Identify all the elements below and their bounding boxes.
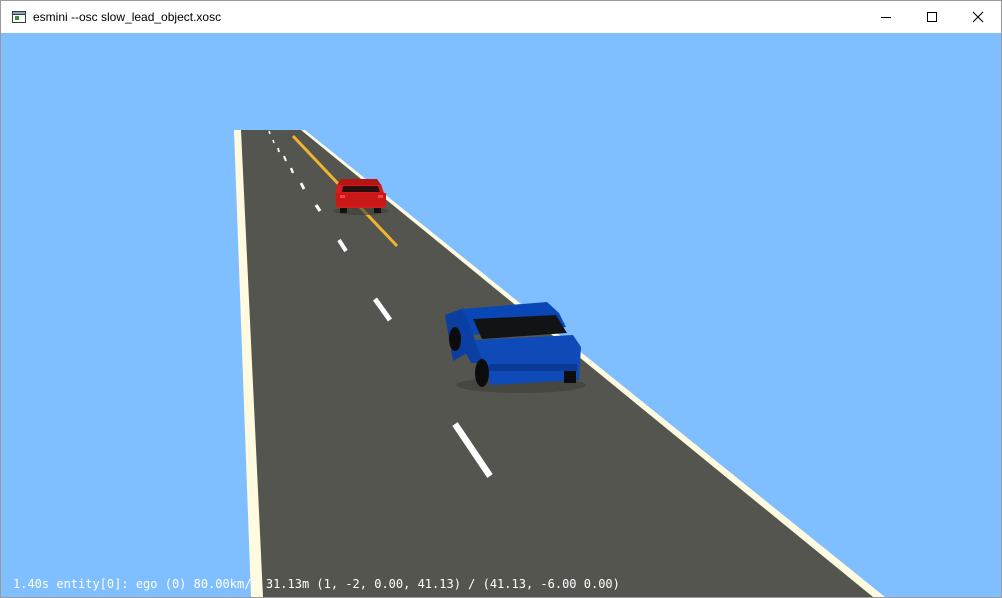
simulation-scene: [234, 130, 885, 597]
window-title: esmini --osc slow_lead_object.xosc: [33, 10, 222, 24]
status-readout: 1.40s entity[0]: ego (0) 80.00km/h 31.13…: [13, 577, 620, 591]
minimize-icon: [881, 17, 891, 18]
window-app-icon: [12, 10, 26, 24]
3d-viewport[interactable]: 1.40s entity[0]: ego (0) 80.00km/h 31.13…: [1, 33, 1001, 597]
close-button[interactable]: [955, 1, 1001, 33]
maximize-button[interactable]: [909, 1, 955, 33]
app-window: esmini --osc slow_lead_object.xosc 1.40s…: [0, 0, 1002, 598]
window-controls: [863, 1, 1001, 33]
minimize-button[interactable]: [863, 1, 909, 33]
close-icon: [972, 11, 984, 23]
lead-car: [333, 179, 389, 215]
maximize-icon: [927, 12, 937, 22]
title-bar[interactable]: esmini --osc slow_lead_object.xosc: [1, 1, 1001, 33]
